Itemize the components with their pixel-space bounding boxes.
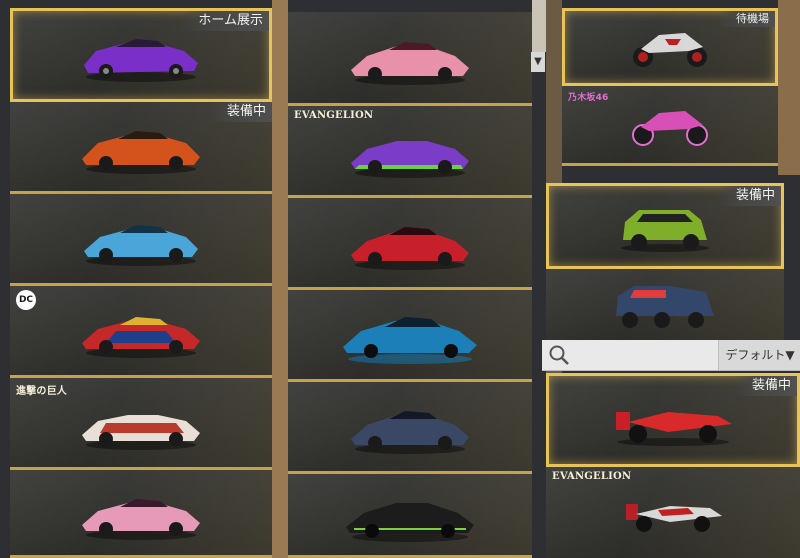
equipped-tag: 装備中: [733, 376, 797, 396]
vehicle-card[interactable]: DC: [10, 286, 272, 378]
dc-logo: DC: [16, 290, 36, 310]
vehicle-card[interactable]: [288, 198, 532, 290]
dark-blue-hypercar-icon: [351, 410, 469, 454]
pink-motorcycle-icon: [632, 110, 708, 146]
background-strip: [532, 0, 546, 52]
vehicle-card[interactable]: 装備中: [10, 102, 272, 194]
blue-supercar-icon: [84, 224, 198, 266]
vehicle-column-2: EVANGELION: [288, 12, 532, 558]
attack-on-titan-logo: 進撃の巨人: [16, 386, 67, 397]
black-green-hypercar-icon: [346, 502, 474, 542]
vehicle-card[interactable]: [288, 382, 532, 474]
shark-motorcycle-icon: [633, 33, 707, 67]
dc-supercar-icon: [82, 316, 200, 358]
vehicle-column-4: 装備中: [546, 183, 784, 340]
vehicle-column-1: ホーム展示 装備中 DC 進撃の巨人: [10, 8, 272, 558]
vehicle-card[interactable]: EVANGELION: [546, 467, 800, 558]
cyan-hypercar-icon: [343, 316, 477, 364]
vehicle-card[interactable]: 装備中: [546, 373, 800, 467]
vehicle-card[interactable]: 待機場: [562, 8, 778, 86]
green-suv-icon: [621, 210, 709, 252]
vehicle-card[interactable]: [10, 470, 272, 558]
equipped-tag: 装備中: [717, 186, 781, 206]
vehicle-card[interactable]: 進撃の巨人: [10, 378, 272, 470]
evangelion-logo: EVANGELION: [294, 110, 374, 121]
search-icon[interactable]: [548, 344, 570, 366]
orange-supercar-icon: [82, 130, 200, 174]
vehicle-card[interactable]: ホーム展示: [10, 8, 272, 102]
vehicle-card[interactable]: [288, 474, 532, 558]
collapse-arrow-icon[interactable]: ▼: [531, 52, 545, 72]
vehicle-column-3: 待機場 乃木坂46: [562, 8, 778, 166]
equipped-tag: 装備中: [208, 102, 272, 122]
pink-hypercar-icon: [351, 41, 469, 85]
vehicle-card[interactable]: [10, 194, 272, 286]
vehicle-card[interactable]: [546, 269, 784, 340]
nogizaka-logo: 乃木坂46: [568, 93, 609, 103]
vehicle-card[interactable]: [288, 290, 532, 382]
background-strip: [778, 0, 800, 175]
white-convertible-icon: [82, 414, 200, 450]
purple-supercar-icon: [84, 39, 198, 82]
vehicle-card[interactable]: 装備中: [546, 183, 784, 269]
red-formula-car-icon: [616, 412, 732, 446]
blue-truck-icon: [616, 285, 714, 328]
eva-racecar-icon: [351, 140, 469, 178]
pink-supercar-icon: [82, 498, 200, 540]
vehicle-card[interactable]: EVANGELION: [288, 106, 532, 198]
background-strip: [272, 0, 288, 558]
eva-formula-car-icon: [626, 503, 722, 532]
vehicle-column-5: 装備中 EVANGELION: [546, 373, 800, 558]
sort-dropdown[interactable]: デフォルト▼: [718, 340, 800, 370]
red-hypercar-icon: [351, 226, 469, 270]
evangelion-logo: EVANGELION: [552, 471, 632, 482]
vehicle-card[interactable]: [288, 12, 532, 106]
vehicle-card[interactable]: 乃木坂46: [562, 86, 778, 166]
waiting-area-tag: 待機場: [718, 11, 775, 27]
